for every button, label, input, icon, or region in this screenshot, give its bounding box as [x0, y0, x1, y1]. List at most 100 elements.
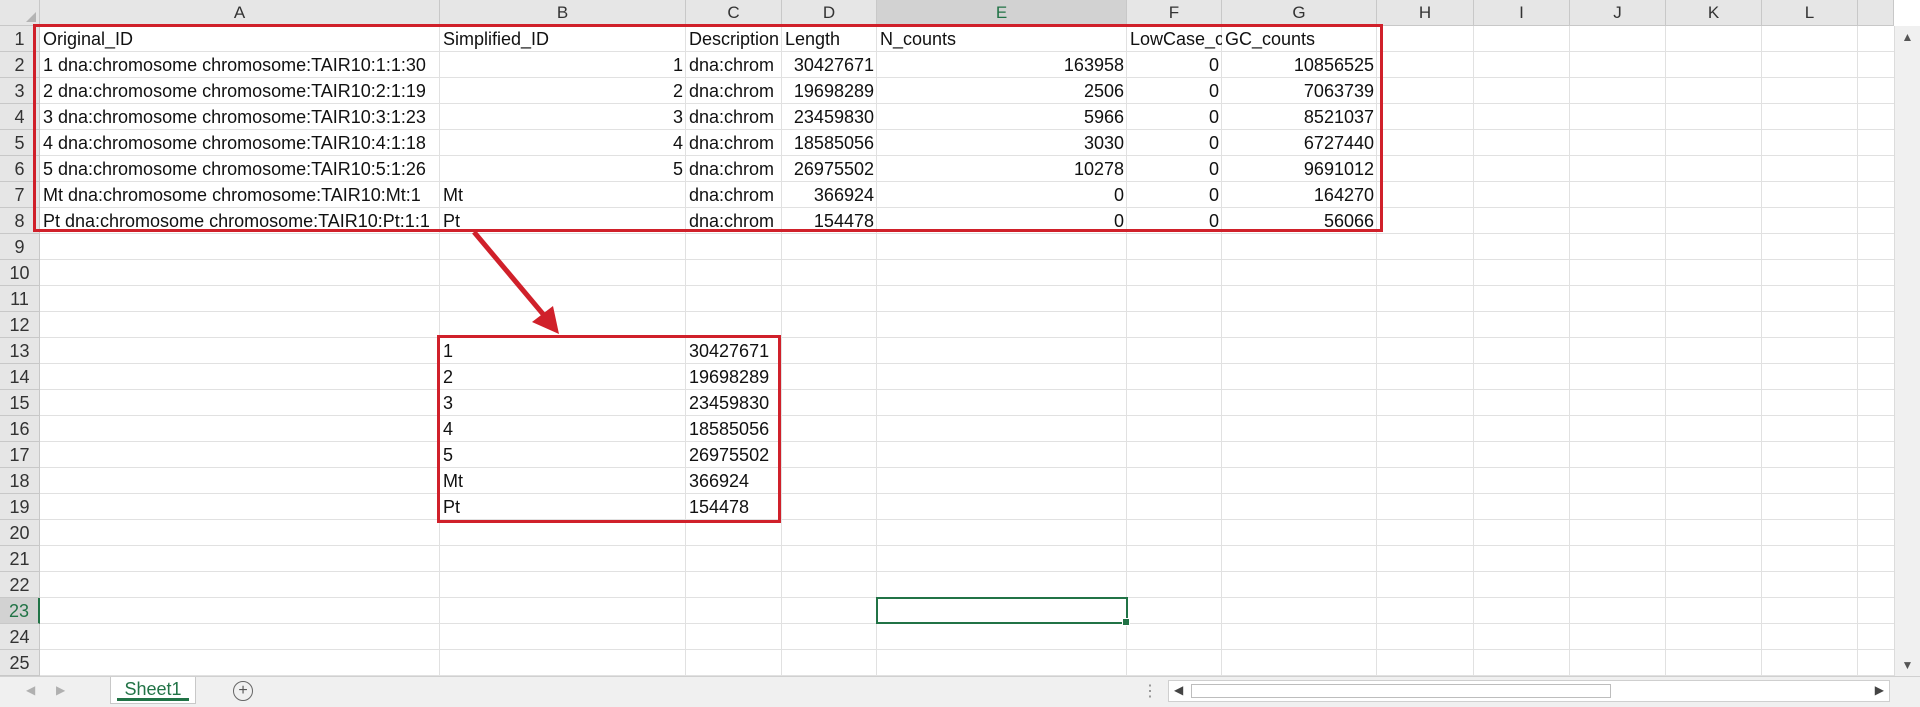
row-header-1[interactable]: 1 — [0, 26, 40, 52]
header-cell-f[interactable]: LowCase_c — [1127, 26, 1222, 52]
row-header-18[interactable]: 18 — [0, 468, 40, 494]
result-id-cell[interactable]: 4 — [440, 416, 686, 442]
result-id-cell[interactable]: 1 — [440, 338, 686, 364]
table-cell-b[interactable]: Pt — [440, 208, 686, 234]
table-cell-d[interactable]: 154478 — [782, 208, 877, 234]
result-id-cell[interactable]: 3 — [440, 390, 686, 416]
table-cell-b[interactable]: Mt — [440, 182, 686, 208]
header-cell-c[interactable]: Description — [686, 26, 782, 52]
vertical-scrollbar[interactable]: ▲ ▼ — [1894, 26, 1920, 676]
scroll-left-arrow-icon[interactable]: ◀ — [1174, 683, 1183, 697]
spreadsheet-grid[interactable]: ABCDEFGHIJKL 1 2 3 4 5 6 7 8 9 10 11 12 13 14 15 16 17 18… — [0, 0, 1920, 680]
row-header-10[interactable]: 10 — [0, 260, 40, 286]
header-cell-a[interactable]: Original_ID — [40, 26, 440, 52]
scroll-up-arrow-icon[interactable]: ▲ — [1895, 26, 1920, 48]
row-header-3[interactable]: 3 — [0, 78, 40, 104]
table-cell-d[interactable]: 366924 — [782, 182, 877, 208]
row-header-7[interactable]: 7 — [0, 182, 40, 208]
row-header-13[interactable]: 13 — [0, 338, 40, 364]
table-cell-b[interactable]: 4 — [440, 130, 686, 156]
row-header-5[interactable]: 5 — [0, 130, 40, 156]
table-cell-g[interactable]: 164270 — [1222, 182, 1377, 208]
table-cell-d[interactable]: 26975502 — [782, 156, 877, 182]
table-cell-f[interactable]: 0 — [1127, 208, 1222, 234]
table-cell-e[interactable]: 2506 — [877, 78, 1127, 104]
result-id-cell[interactable]: Mt — [440, 468, 686, 494]
table-cell-b[interactable]: 3 — [440, 104, 686, 130]
column-header-l[interactable]: L — [1762, 0, 1858, 26]
table-cell-g[interactable]: 6727440 — [1222, 130, 1377, 156]
column-header-d[interactable]: D — [782, 0, 877, 26]
row-header-12[interactable]: 12 — [0, 312, 40, 338]
column-header-h[interactable]: H — [1377, 0, 1474, 26]
table-cell-a[interactable]: 2 dna:chromosome chromosome:TAIR10:2:1:1… — [40, 78, 440, 104]
table-cell-c[interactable]: dna:chrom — [686, 182, 782, 208]
horizontal-scroll-thumb[interactable] — [1191, 684, 1611, 698]
table-cell-g[interactable]: 8521037 — [1222, 104, 1377, 130]
row-header-22[interactable]: 22 — [0, 572, 40, 598]
column-header-j[interactable]: J — [1570, 0, 1666, 26]
horizontal-scrollbar[interactable]: ◀ ▶ — [1168, 680, 1890, 702]
table-cell-a[interactable]: 3 dna:chromosome chromosome:TAIR10:3:1:2… — [40, 104, 440, 130]
row-header-20[interactable]: 20 — [0, 520, 40, 546]
table-cell-g[interactable]: 56066 — [1222, 208, 1377, 234]
table-cell-g[interactable]: 7063739 — [1222, 78, 1377, 104]
column-header-k[interactable]: K — [1666, 0, 1762, 26]
table-cell-e[interactable]: 5966 — [877, 104, 1127, 130]
result-length-cell[interactable]: 30427671 — [686, 338, 782, 364]
table-cell-b[interactable]: 2 — [440, 78, 686, 104]
table-cell-e[interactable]: 10278 — [877, 156, 1127, 182]
column-header-a[interactable]: A — [40, 0, 440, 26]
table-cell-a[interactable]: Pt dna:chromosome chromosome:TAIR10:Pt:1… — [40, 208, 440, 234]
column-header-e[interactable]: E — [877, 0, 1127, 26]
row-header-6[interactable]: 6 — [0, 156, 40, 182]
table-cell-f[interactable]: 0 — [1127, 52, 1222, 78]
table-cell-c[interactable]: dna:chrom — [686, 208, 782, 234]
row-header-19[interactable]: 19 — [0, 494, 40, 520]
result-length-cell[interactable]: 154478 — [686, 494, 782, 520]
result-length-cell[interactable]: 366924 — [686, 468, 782, 494]
table-cell-e[interactable]: 0 — [877, 208, 1127, 234]
sheet-tab-sheet1[interactable]: Sheet1 — [110, 677, 196, 704]
result-length-cell[interactable]: 18585056 — [686, 416, 782, 442]
result-id-cell[interactable]: 2 — [440, 364, 686, 390]
header-cell-e[interactable]: N_counts — [877, 26, 1127, 52]
table-cell-d[interactable]: 18585056 — [782, 130, 877, 156]
scroll-right-arrow-icon[interactable]: ▶ — [1875, 683, 1884, 697]
table-cell-f[interactable]: 0 — [1127, 78, 1222, 104]
table-cell-g[interactable]: 9691012 — [1222, 156, 1377, 182]
table-cell-d[interactable]: 30427671 — [782, 52, 877, 78]
result-id-cell[interactable]: 5 — [440, 442, 686, 468]
column-header-f[interactable]: F — [1127, 0, 1222, 26]
add-sheet-icon[interactable]: + — [233, 681, 253, 701]
column-header-b[interactable]: B — [440, 0, 686, 26]
table-cell-a[interactable]: 5 dna:chromosome chromosome:TAIR10:5:1:2… — [40, 156, 440, 182]
table-cell-c[interactable]: dna:chrom — [686, 104, 782, 130]
next-sheet-arrow-icon[interactable]: ▶ — [56, 683, 65, 697]
result-length-cell[interactable]: 23459830 — [686, 390, 782, 416]
row-header-11[interactable]: 11 — [0, 286, 40, 312]
header-cell-d[interactable]: Length — [782, 26, 877, 52]
result-id-cell[interactable]: Pt — [440, 494, 686, 520]
table-cell-e[interactable]: 0 — [877, 182, 1127, 208]
row-header-4[interactable]: 4 — [0, 104, 40, 130]
table-cell-a[interactable]: 1 dna:chromosome chromosome:TAIR10:1:1:3… — [40, 52, 440, 78]
row-header-14[interactable]: 14 — [0, 364, 40, 390]
row-header-17[interactable]: 17 — [0, 442, 40, 468]
row-header-21[interactable]: 21 — [0, 546, 40, 572]
table-cell-e[interactable]: 163958 — [877, 52, 1127, 78]
table-cell-a[interactable]: Mt dna:chromosome chromosome:TAIR10:Mt:1 — [40, 182, 440, 208]
row-header-24[interactable]: 24 — [0, 624, 40, 650]
tab-split-handle-icon[interactable]: ⋮ — [1142, 681, 1158, 701]
active-cell-e23[interactable] — [876, 597, 1130, 626]
row-header-23[interactable]: 23 — [0, 598, 40, 624]
row-header-16[interactable]: 16 — [0, 416, 40, 442]
row-header-2[interactable]: 2 — [0, 52, 40, 78]
table-cell-f[interactable]: 0 — [1127, 156, 1222, 182]
table-cell-c[interactable]: dna:chrom — [686, 52, 782, 78]
select-all-corner[interactable] — [0, 0, 40, 26]
row-header-25[interactable]: 25 — [0, 650, 40, 676]
table-cell-c[interactable]: dna:chrom — [686, 78, 782, 104]
header-cell-g[interactable]: GC_counts — [1222, 26, 1377, 52]
table-cell-f[interactable]: 0 — [1127, 182, 1222, 208]
